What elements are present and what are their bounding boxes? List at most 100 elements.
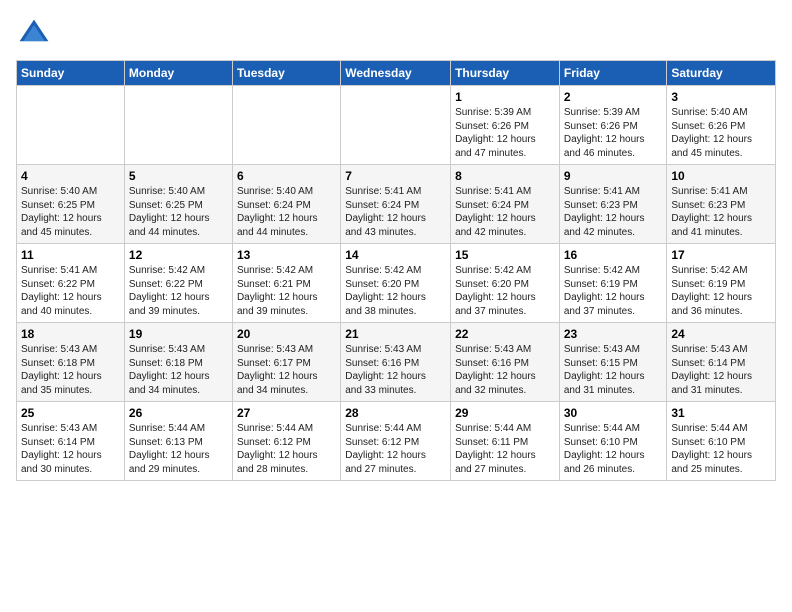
calendar-cell: 1 Sunrise: 5:39 AM Sunset: 6:26 PM Daylig… — [451, 86, 560, 165]
calendar-table: SundayMondayTuesdayWednesdayThursdayFrid… — [16, 60, 776, 481]
calendar-cell — [341, 86, 451, 165]
calendar-cell: 28 Sunrise: 5:44 AM Sunset: 6:12 PM Dayli… — [341, 402, 451, 481]
calendar-cell: 2Sunrise: 5:39 AM Sunset: 6:26 PM Daylig… — [559, 86, 667, 165]
day-content: Sunrise: 5:43 AM Sunset: 6:14 PM Dayligh… — [21, 422, 120, 476]
calendar-week-row: 4 Sunrise: 5:40 AM Sunset: 6:25 PM Daylig… — [17, 165, 776, 244]
calendar-cell: 30 Sunrise: 5:44 AM Sunset: 6:10 PM Dayli… — [559, 402, 667, 481]
day-content: Sunrise: 5:41 AM Sunset: 6:24 PM Dayligh… — [345, 185, 446, 239]
day-number: 4 — [21, 169, 120, 183]
calendar-cell: 31 Sunrise: 5:44 AM Sunset: 6:10 PM Dayli… — [667, 402, 776, 481]
day-content: Sunrise: 5:43 AM Sunset: 6:16 PM Dayligh… — [345, 343, 446, 397]
day-number: 12 — [129, 248, 228, 262]
calendar-week-row: 18 Sunrise: 5:43 AM Sunset: 6:18 PM Dayli… — [17, 323, 776, 402]
calendar-cell: 13 Sunrise: 5:42 AM Sunset: 6:21 PM Dayli… — [232, 244, 340, 323]
day-content: Sunrise: 5:42 AM Sunset: 6:19 PM Dayligh… — [671, 264, 771, 318]
day-number: 7 — [345, 169, 446, 183]
day-number: 26 — [129, 406, 228, 420]
weekday-header-wednesday: Wednesday — [341, 61, 451, 86]
day-number: 31 — [671, 406, 771, 420]
day-number: 15 — [455, 248, 555, 262]
day-content: Sunrise: 5:41 AM Sunset: 6:22 PM Dayligh… — [21, 264, 120, 318]
calendar-cell: 16 Sunrise: 5:42 AM Sunset: 6:19 PM Dayli… — [559, 244, 667, 323]
logo-icon — [16, 16, 52, 52]
day-number: 5 — [129, 169, 228, 183]
calendar-cell: 4 Sunrise: 5:40 AM Sunset: 6:25 PM Daylig… — [17, 165, 125, 244]
calendar-cell: 21 Sunrise: 5:43 AM Sunset: 6:16 PM Dayli… — [341, 323, 451, 402]
calendar-cell: 3Sunrise: 5:40 AM Sunset: 6:26 PM Daylig… — [667, 86, 776, 165]
calendar-cell: 15 Sunrise: 5:42 AM Sunset: 6:20 PM Dayli… — [451, 244, 560, 323]
day-content: Sunrise: 5:40 AM Sunset: 6:25 PM Dayligh… — [21, 185, 120, 239]
calendar-cell: 12 Sunrise: 5:42 AM Sunset: 6:22 PM Dayli… — [124, 244, 232, 323]
calendar-cell: 24 Sunrise: 5:43 AM Sunset: 6:14 PM Dayli… — [667, 323, 776, 402]
calendar-cell: 14 Sunrise: 5:42 AM Sunset: 6:20 PM Dayli… — [341, 244, 451, 323]
day-content: Sunrise: 5:39 AM Sunset: 6:26 PM Dayligh… — [455, 106, 555, 160]
day-content: Sunrise: 5:40 AM Sunset: 6:25 PM Dayligh… — [129, 185, 228, 239]
calendar-week-row: 11 Sunrise: 5:41 AM Sunset: 6:22 PM Dayli… — [17, 244, 776, 323]
day-number: 8 — [455, 169, 555, 183]
calendar-cell: 6 Sunrise: 5:40 AM Sunset: 6:24 PM Daylig… — [232, 165, 340, 244]
weekday-header-monday: Monday — [124, 61, 232, 86]
day-number: 29 — [455, 406, 555, 420]
weekday-header-friday: Friday — [559, 61, 667, 86]
day-content: Sunrise: 5:41 AM Sunset: 6:23 PM Dayligh… — [671, 185, 771, 239]
calendar-cell: 29Sunrise: 5:44 AM Sunset: 6:11 PM Dayli… — [451, 402, 560, 481]
weekday-header-thursday: Thursday — [451, 61, 560, 86]
calendar-cell: 23 Sunrise: 5:43 AM Sunset: 6:15 PM Dayli… — [559, 323, 667, 402]
day-number: 14 — [345, 248, 446, 262]
calendar-cell: 26 Sunrise: 5:44 AM Sunset: 6:13 PM Dayli… — [124, 402, 232, 481]
calendar-cell: 10 Sunrise: 5:41 AM Sunset: 6:23 PM Dayli… — [667, 165, 776, 244]
day-number: 30 — [564, 406, 663, 420]
calendar-week-row: 1 Sunrise: 5:39 AM Sunset: 6:26 PM Daylig… — [17, 86, 776, 165]
calendar-cell: 25 Sunrise: 5:43 AM Sunset: 6:14 PM Dayli… — [17, 402, 125, 481]
calendar-cell: 19 Sunrise: 5:43 AM Sunset: 6:18 PM Dayli… — [124, 323, 232, 402]
day-content: Sunrise: 5:42 AM Sunset: 6:20 PM Dayligh… — [455, 264, 555, 318]
day-number: 9 — [564, 169, 663, 183]
weekday-header-tuesday: Tuesday — [232, 61, 340, 86]
calendar-cell: 9 Sunrise: 5:41 AM Sunset: 6:23 PM Daylig… — [559, 165, 667, 244]
day-number: 23 — [564, 327, 663, 341]
day-number: 25 — [21, 406, 120, 420]
day-content: Sunrise: 5:42 AM Sunset: 6:20 PM Dayligh… — [345, 264, 446, 318]
calendar-cell — [17, 86, 125, 165]
day-number: 17 — [671, 248, 771, 262]
weekday-header-sunday: Sunday — [17, 61, 125, 86]
day-content: Sunrise: 5:43 AM Sunset: 6:15 PM Dayligh… — [564, 343, 663, 397]
day-content: Sunrise: 5:39 AM Sunset: 6:26 PM Dayligh… — [564, 106, 663, 160]
day-number: 16 — [564, 248, 663, 262]
calendar-cell: 27Sunrise: 5:44 AM Sunset: 6:12 PM Dayli… — [232, 402, 340, 481]
calendar-cell: 8 Sunrise: 5:41 AM Sunset: 6:24 PM Daylig… — [451, 165, 560, 244]
day-number: 10 — [671, 169, 771, 183]
day-content: Sunrise: 5:44 AM Sunset: 6:10 PM Dayligh… — [564, 422, 663, 476]
day-content: Sunrise: 5:43 AM Sunset: 6:18 PM Dayligh… — [21, 343, 120, 397]
day-number: 13 — [237, 248, 336, 262]
day-content: Sunrise: 5:43 AM Sunset: 6:18 PM Dayligh… — [129, 343, 228, 397]
day-content: Sunrise: 5:44 AM Sunset: 6:13 PM Dayligh… — [129, 422, 228, 476]
day-number: 6 — [237, 169, 336, 183]
calendar-cell — [124, 86, 232, 165]
day-content: Sunrise: 5:40 AM Sunset: 6:24 PM Dayligh… — [237, 185, 336, 239]
day-content: Sunrise: 5:41 AM Sunset: 6:23 PM Dayligh… — [564, 185, 663, 239]
day-content: Sunrise: 5:44 AM Sunset: 6:12 PM Dayligh… — [345, 422, 446, 476]
weekday-header-saturday: Saturday — [667, 61, 776, 86]
logo — [16, 16, 56, 52]
day-number: 11 — [21, 248, 120, 262]
day-number: 21 — [345, 327, 446, 341]
day-content: Sunrise: 5:42 AM Sunset: 6:22 PM Dayligh… — [129, 264, 228, 318]
calendar-cell: 20 Sunrise: 5:43 AM Sunset: 6:17 PM Dayli… — [232, 323, 340, 402]
day-number: 24 — [671, 327, 771, 341]
calendar-week-row: 25 Sunrise: 5:43 AM Sunset: 6:14 PM Dayli… — [17, 402, 776, 481]
day-number: 20 — [237, 327, 336, 341]
day-content: Sunrise: 5:43 AM Sunset: 6:17 PM Dayligh… — [237, 343, 336, 397]
calendar-cell: 7 Sunrise: 5:41 AM Sunset: 6:24 PM Daylig… — [341, 165, 451, 244]
day-content: Sunrise: 5:42 AM Sunset: 6:19 PM Dayligh… — [564, 264, 663, 318]
day-content: Sunrise: 5:44 AM Sunset: 6:10 PM Dayligh… — [671, 422, 771, 476]
day-number: 1 — [455, 90, 555, 104]
calendar-cell: 18 Sunrise: 5:43 AM Sunset: 6:18 PM Dayli… — [17, 323, 125, 402]
day-content: Sunrise: 5:43 AM Sunset: 6:14 PM Dayligh… — [671, 343, 771, 397]
day-number: 19 — [129, 327, 228, 341]
day-number: 18 — [21, 327, 120, 341]
day-content: Sunrise: 5:41 AM Sunset: 6:24 PM Dayligh… — [455, 185, 555, 239]
day-content: Sunrise: 5:42 AM Sunset: 6:21 PM Dayligh… — [237, 264, 336, 318]
day-number: 28 — [345, 406, 446, 420]
day-content: Sunrise: 5:40 AM Sunset: 6:26 PM Dayligh… — [671, 106, 771, 160]
